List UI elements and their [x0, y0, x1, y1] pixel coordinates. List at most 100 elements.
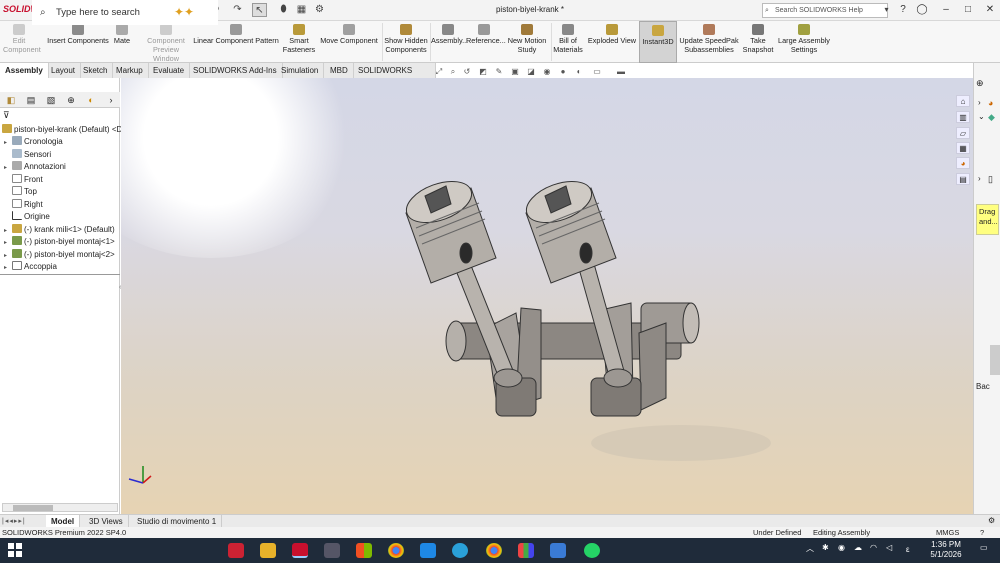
tree-item-annotazioni[interactable]: ▸ Annotazioni — [4, 161, 66, 173]
dynamic-annotation-icon[interactable]: ✎ — [493, 66, 505, 77]
language-indicator[interactable]: ε — [906, 545, 910, 554]
view-orientation-icon[interactable]: ▣ — [509, 66, 521, 77]
tree-item-top[interactable]: Top — [4, 186, 37, 198]
linear-component-pattern-button[interactable]: Linear Component Pattern — [193, 21, 279, 63]
bill-of-materials-button[interactable]: Bill of Materials — [552, 21, 584, 63]
assembly-features-button[interactable]: Assembly... — [431, 21, 468, 63]
feature-tree-tab-icon[interactable]: ◧ — [4, 94, 18, 106]
volume-icon[interactable]: ◁ — [886, 543, 892, 552]
new-motion-study-button[interactable]: New Motion Study — [504, 21, 550, 63]
appearances-icon[interactable]: ◕ — [956, 157, 970, 169]
design-library-icon[interactable]: ▥ — [956, 111, 970, 123]
tab-sketch[interactable]: Sketch — [78, 63, 114, 78]
file-explorer-icon[interactable]: ▱ — [956, 127, 970, 139]
tab-markup[interactable]: Markup — [111, 63, 149, 78]
hide-show-items-icon[interactable]: ◉ — [541, 66, 553, 77]
tab-layout[interactable]: Layout — [46, 63, 82, 78]
instant3d-button[interactable]: Instant3D — [639, 21, 677, 63]
tree-item-krank-mili[interactable]: ▸ (-) krank mili<1> (Default) — [4, 224, 115, 236]
wifi-icon[interactable]: ◠ — [870, 543, 877, 552]
custom-properties-icon[interactable]: ▤ — [956, 173, 970, 185]
matlab-icon[interactable] — [228, 543, 244, 558]
pane-expand-icon[interactable]: › — [978, 98, 981, 107]
status-help-icon[interactable]: ? — [980, 527, 984, 538]
component-preview-window-button[interactable]: Component Preview Window — [141, 21, 191, 63]
graphics-area[interactable] — [121, 78, 973, 514]
solidworks-resources-icon[interactable]: ⌂ — [956, 95, 970, 107]
pane-back-label[interactable]: Bac — [976, 382, 990, 391]
tree-item-front[interactable]: Front — [4, 174, 43, 186]
dimxpert-tab-icon[interactable]: ⊕ — [64, 94, 78, 106]
pane-home-icon[interactable]: ⊕ — [976, 78, 984, 89]
redo-icon[interactable]: ↷ — [230, 3, 245, 17]
solidworks-taskbar-icon[interactable] — [292, 543, 308, 558]
bottom-settings-icon[interactable]: ⚙ — [988, 516, 995, 525]
traffic-light-icon[interactable]: ⬮ — [276, 3, 291, 17]
file-explorer-taskbar-icon[interactable] — [260, 543, 276, 558]
show-hidden-components-button[interactable]: Show Hidden Components — [383, 21, 429, 63]
chrome-icon[interactable] — [388, 543, 404, 558]
tree-item-piston-biyel-2[interactable]: ▸ (-) piston-biyel montaj<2> — [4, 249, 115, 261]
configuration-tab-icon[interactable]: ▧ — [44, 94, 58, 106]
options-gear-icon[interactable]: ⚙ — [312, 3, 327, 17]
chrome-profile-icon[interactable] — [486, 543, 502, 558]
app-launcher-icon[interactable] — [518, 543, 534, 558]
tab-solidworks-cam[interactable]: SOLIDWORKS CAM — [353, 63, 436, 90]
tree-item-sensori[interactable]: Sensori — [4, 149, 51, 161]
file-properties-icon[interactable]: ▦ — [294, 3, 309, 17]
tab-addins[interactable]: SOLIDWORKS Add-Ins — [188, 63, 283, 78]
windows-start-icon[interactable] — [8, 543, 22, 557]
tree-root[interactable]: piston-biyel-krank (Default) <D — [2, 124, 122, 136]
tab-simulation[interactable]: Simulation — [276, 63, 325, 78]
assembly-model[interactable] — [121, 78, 973, 514]
unit-system[interactable]: MMGS — [936, 527, 959, 538]
clock[interactable]: 1:36 PM 5/1/2026 — [926, 540, 966, 560]
spider-app-icon[interactable] — [324, 543, 340, 558]
move-component-button[interactable]: Move Component — [318, 21, 380, 63]
property-manager-tab-icon[interactable]: ▤ — [24, 94, 38, 106]
view-settings-icon[interactable]: ▭ — [591, 66, 603, 77]
scrollbar-thumb[interactable] — [13, 505, 53, 511]
help-icon[interactable]: ? — [895, 3, 911, 17]
large-assembly-settings-button[interactable]: Large Assembly Settings — [777, 21, 831, 63]
photos-icon[interactable] — [550, 543, 566, 558]
select-cursor-icon[interactable]: ↖ — [252, 3, 267, 17]
vscode-icon[interactable] — [420, 543, 436, 558]
insert-components-button[interactable]: Insert Components — [45, 21, 111, 63]
maximize-icon[interactable]: □ — [960, 3, 976, 17]
microsoft-store-icon[interactable] — [356, 543, 372, 558]
pane-appearance-icon[interactable]: ◕ — [988, 98, 993, 108]
pane-scrollbar-thumb[interactable] — [990, 345, 1000, 375]
display-style-icon[interactable]: ◪ — [525, 66, 537, 77]
smart-fasteners-button[interactable]: Smart Fasteners — [282, 21, 316, 63]
take-snapshot-button[interactable]: Take Snapshot — [741, 21, 775, 63]
pane-document-icon[interactable]: ▯ — [988, 174, 993, 185]
update-speedpak-button[interactable]: Update SpeedPak Subassemblies — [679, 21, 739, 63]
edit-appearance-icon[interactable]: ● — [557, 66, 569, 77]
tree-item-piston-biyel-1[interactable]: ▸ (-) piston-biyel montaj<1> — [4, 236, 115, 248]
reference-geometry-button[interactable]: Reference... — [466, 21, 506, 63]
tree-item-accoppia[interactable]: ▸ Accoppia — [4, 261, 57, 273]
horizontal-scrollbar[interactable] — [2, 503, 118, 512]
search-input[interactable]: ⌕ Search SOLIDWORKS Help — [762, 3, 888, 18]
bluetooth-icon[interactable]: ✱ — [822, 543, 829, 552]
tab-assembly[interactable]: Assembly — [0, 63, 49, 78]
whatsapp-icon[interactable] — [584, 543, 600, 558]
section-view-icon[interactable]: ◩ — [477, 66, 489, 77]
search-dropdown-icon[interactable]: ▾ — [879, 3, 894, 17]
more-tabs-icon[interactable]: › — [104, 94, 118, 106]
edit-component-button[interactable]: Edit Component — [3, 21, 41, 63]
onedrive-icon[interactable]: ☁ — [854, 543, 862, 552]
tray-overflow-icon[interactable]: ︿ — [806, 543, 814, 554]
tab-scroll-arrows-icon[interactable]: |◂◂▸▸| — [2, 517, 26, 525]
notifications-icon[interactable]: ▭ — [980, 543, 988, 552]
tab-mbd[interactable]: MBD — [325, 63, 354, 78]
pane-collapse-icon[interactable]: ⌄ — [978, 112, 985, 121]
meet-icon[interactable]: ◉ — [838, 543, 845, 552]
previous-view-icon[interactable]: ↺ — [461, 66, 473, 77]
pane-scene-icon[interactable]: ◆ — [988, 112, 995, 123]
view-palette-icon[interactable]: ▦ — [956, 142, 970, 154]
apply-scene-icon[interactable]: ◐ — [573, 66, 585, 77]
filter-icon[interactable]: ⊽ — [3, 110, 10, 121]
telegram-icon[interactable] — [452, 543, 468, 558]
